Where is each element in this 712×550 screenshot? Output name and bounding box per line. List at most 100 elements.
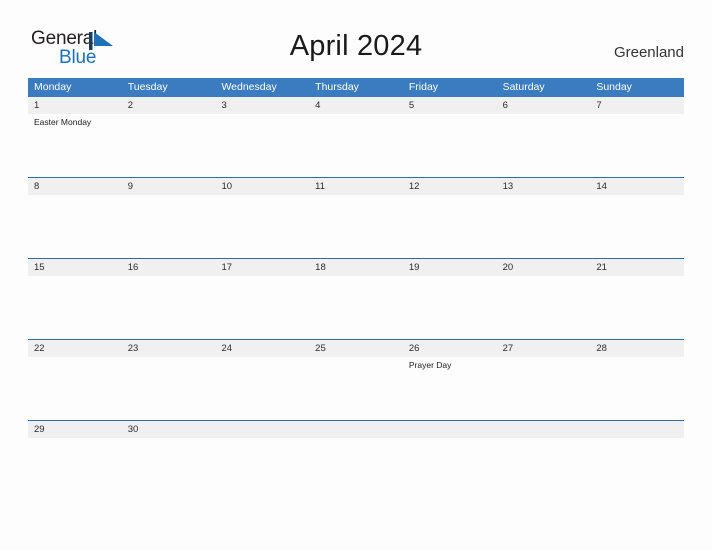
day-cell[interactable] [309,276,403,339]
weekday-header-tuesday: Tuesday [127,81,168,93]
page-title: April 2024 [289,30,423,62]
day-number[interactable]: 17 [215,259,309,276]
day-number[interactable]: 24 [215,340,309,357]
week-event-band: Easter Monday [28,114,684,177]
day-cell[interactable] [590,276,684,339]
day-number-empty [497,421,591,438]
day-cell[interactable] [497,195,591,258]
week-event-band: Prayer Day [28,357,684,420]
day-number[interactable]: 19 [403,259,497,276]
day-number[interactable]: 27 [497,340,591,357]
day-cell[interactable] [403,195,497,258]
calendar-week-row: 15 16 17 18 19 20 21 [28,258,684,339]
location-label: Greenland [613,44,684,61]
day-cell[interactable] [590,438,684,501]
weekday-header-saturday: Saturday [502,81,545,93]
event-label: Easter Monday [34,117,92,127]
day-number[interactable]: 16 [122,259,216,276]
day-number[interactable]: 30 [122,421,216,438]
calendar-week-row: 8 9 10 11 12 13 14 [28,177,684,258]
day-number-empty [590,421,684,438]
day-number[interactable]: 1 [28,97,122,114]
week-date-band: 1234567 [28,97,684,114]
day-cell[interactable] [497,357,591,420]
week-date-band: 22 23 24 25 26 27 28 [28,340,684,357]
day-number[interactable]: 25 [309,340,403,357]
day-number[interactable]: 12 [403,178,497,195]
day-number[interactable]: 2 [122,97,216,114]
day-cell[interactable] [403,438,497,501]
weekday-header-sunday: Sunday [596,81,632,93]
day-cell[interactable] [28,195,122,258]
day-number[interactable]: 13 [497,178,591,195]
week-event-band [28,195,684,258]
day-number[interactable]: 6 [497,97,591,114]
weekday-header-wednesday: Wednesday [221,81,277,93]
day-cell[interactable] [28,276,122,339]
day-cell[interactable] [309,114,403,177]
day-cell[interactable] [497,114,591,177]
weekday-header-thursday: Thursday [315,81,359,93]
day-number[interactable]: 4 [309,97,403,114]
calendar-week-row: 22 23 24 25 26 27 28 Prayer Day [28,339,684,420]
week-date-band: 29 30 [28,421,684,438]
day-number[interactable]: 8 [28,178,122,195]
day-cell[interactable] [215,276,309,339]
day-cell[interactable] [215,114,309,177]
week-date-band: 8 9 10 11 12 13 14 [28,178,684,195]
day-number[interactable]: 9 [122,178,216,195]
day-cell[interactable] [309,357,403,420]
weekday-header-monday: Monday [34,81,72,93]
calendar-page: General Blue April 2024 Greenland Monday… [0,0,712,550]
calendar-grid: Monday Tuesday Wednesday Thursday Friday Satu… [28,78,684,501]
day-cell[interactable] [215,357,309,420]
calendar-week-row: 1 2 3 4 5 6 7 Easter Monday [28,97,684,177]
day-number[interactable]: 28 [590,340,684,357]
day-cell[interactable] [309,438,403,501]
day-cell[interactable] [309,195,403,258]
day-cell[interactable] [122,357,216,420]
day-number[interactable]: 18 [309,259,403,276]
day-number[interactable]: 29 [28,421,122,438]
day-cell[interactable] [28,438,122,501]
day-number[interactable]: 20 [497,259,591,276]
day-cell[interactable] [497,276,591,339]
day-number[interactable]: 26 [403,340,497,357]
day-number[interactable]: 3 [215,97,309,114]
day-number[interactable]: 22 [28,340,122,357]
event-label: Prayer Day [408,360,452,370]
day-cell-with-event[interactable]: Prayer Day [403,357,497,420]
day-cell[interactable] [122,114,216,177]
day-number[interactable]: 14 [590,178,684,195]
day-number[interactable]: 11 [309,178,403,195]
week-event-band [28,276,684,339]
week-event-band [28,438,684,501]
day-cell[interactable] [215,438,309,501]
day-cell[interactable] [497,438,591,501]
calendar-week-row: 29 30 [28,420,684,501]
day-cell[interactable] [590,195,684,258]
day-cell[interactable] [122,195,216,258]
day-cell[interactable] [403,276,497,339]
day-number-empty [403,421,497,438]
day-cell[interactable] [28,357,122,420]
day-number-empty [309,421,403,438]
day-number[interactable]: 7 [590,97,684,114]
day-cell[interactable] [122,438,216,501]
day-number[interactable]: 15 [28,259,122,276]
day-cell[interactable] [590,357,684,420]
day-number[interactable]: 10 [215,178,309,195]
day-cell-with-event[interactable]: Easter Monday [28,114,122,177]
day-cell[interactable] [403,114,497,177]
weekday-header-row: Monday Tuesday Wednesday Thursday Friday Satu… [28,78,684,97]
day-number[interactable]: 21 [590,259,684,276]
day-number-empty [215,421,309,438]
day-cell[interactable] [590,114,684,177]
day-number[interactable]: 23 [122,340,216,357]
day-cell[interactable] [122,276,216,339]
weekday-header-friday: Friday [408,81,439,93]
calendar-weeks: 1 2 3 4 5 6 7 Easter Monday 8 9 10 11 12 13 14 15 16 17 18… [28,97,684,501]
page-header: General Blue April 2024 Greenland [0,0,712,76]
day-number[interactable]: 5 [403,97,497,114]
day-cell[interactable] [215,195,309,258]
